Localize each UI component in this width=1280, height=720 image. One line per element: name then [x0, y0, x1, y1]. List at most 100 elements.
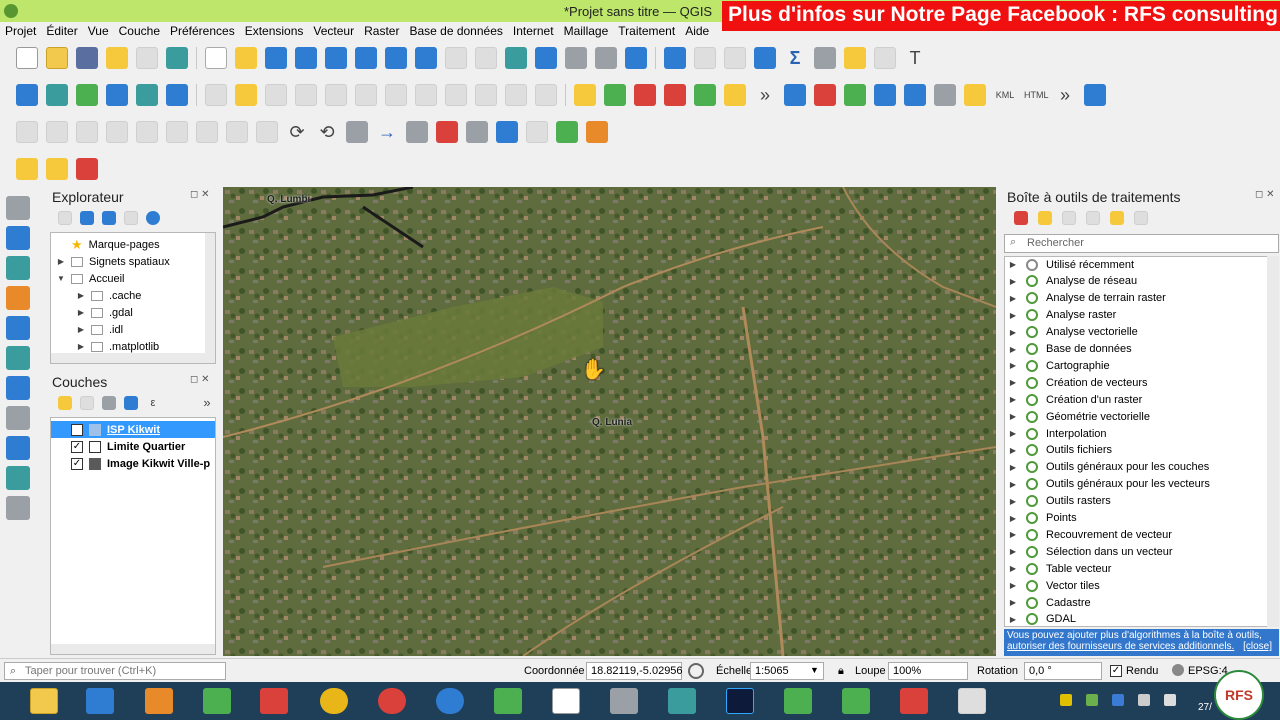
edit-features-in-place-icon[interactable] [1110, 211, 1124, 225]
close-info-link[interactable]: [close] [1243, 641, 1272, 652]
advanced-digitize-icon[interactable] [16, 121, 38, 143]
scripts-icon[interactable] [1038, 211, 1052, 225]
processing-group-item[interactable]: ▶ Analyse de terrain raster [1006, 290, 1166, 307]
chevron-right-icon[interactable]: ▶ [1006, 581, 1020, 590]
opera-icon[interactable] [378, 688, 406, 714]
collapse-all-icon[interactable] [124, 211, 138, 225]
new-layer-icon[interactable] [6, 496, 30, 520]
menu-maillage[interactable]: Maillage [559, 22, 614, 40]
rotation-spinbox[interactable]: 0,0 ° [1024, 662, 1102, 680]
chevron-right-icon[interactable]: ▶ [1006, 497, 1020, 506]
zoom-to-layer-icon[interactable] [385, 47, 407, 69]
zoom-last-icon[interactable] [445, 47, 467, 69]
layer-visibility-checkbox[interactable]: ✓ [71, 440, 83, 453]
processing-group-item[interactable]: ▶ Création de vecteurs [1006, 374, 1148, 391]
chevron-right-icon[interactable]: ▶ [55, 257, 67, 266]
processing-search-input[interactable]: Rechercher [1004, 234, 1279, 253]
move-feature-icon[interactable] [46, 121, 68, 143]
identify-features-icon[interactable] [664, 47, 686, 69]
list-icon[interactable] [346, 121, 368, 143]
statistical-summary-icon[interactable] [724, 47, 746, 69]
chevron-right-icon[interactable]: ▶ [1006, 294, 1020, 303]
add-vector-icon[interactable] [6, 196, 30, 220]
chevron-right-icon[interactable]: ▶ [1006, 463, 1020, 472]
vertex-tool-icon[interactable] [325, 84, 347, 106]
style-manager-icon[interactable] [166, 47, 188, 69]
new-bookmark-icon[interactable] [535, 47, 557, 69]
app-red-icon[interactable] [900, 688, 928, 714]
processing-toolbox-icon[interactable] [754, 47, 776, 69]
html-export-icon[interactable]: HTML [1024, 84, 1049, 106]
filter-icon[interactable] [102, 211, 116, 225]
open-attribute-table-icon[interactable] [694, 47, 716, 69]
vlc-icon[interactable] [145, 688, 173, 714]
manage-themes-icon[interactable] [102, 396, 116, 410]
processing-group-item[interactable]: ▶ Interpolation [1006, 425, 1107, 442]
add-mssql-icon[interactable] [6, 376, 30, 400]
processing-group-item[interactable]: ▶ Utilisé récemment [1006, 256, 1134, 273]
tree-item-folder[interactable]: ▶ .gdal [75, 304, 133, 321]
simplify-feature-icon[interactable] [106, 121, 128, 143]
undo-icon[interactable] [505, 84, 527, 106]
magnifier-spinbox[interactable]: 100% [888, 662, 968, 680]
add-feature-icon[interactable] [295, 84, 317, 106]
layer-row[interactable]: ✓ Limite Quartier [51, 438, 185, 455]
delete-selected-icon[interactable] [385, 84, 407, 106]
results-viewer-icon[interactable] [1086, 211, 1100, 225]
select-features-icon[interactable] [16, 158, 38, 180]
processing-group-item[interactable]: ▶ Analyse raster [1006, 307, 1116, 324]
chevron-right-icon[interactable]: ▶ [1006, 564, 1020, 573]
menu-base-de-donnees[interactable]: Base de données [404, 22, 507, 40]
dock-float-close-icon[interactable]: ◻ ✕ [190, 189, 209, 200]
processing-group-item[interactable]: ▶ Cartographie [1006, 357, 1110, 374]
qgis-app-icon[interactable] [494, 688, 522, 714]
tree-item-spatial-bookmarks[interactable]: ▶ Signets spatiaux [55, 253, 170, 270]
add-delimited-text-icon[interactable] [76, 84, 98, 106]
menu-internet[interactable]: Internet [508, 22, 559, 40]
save-edits-icon[interactable] [265, 84, 287, 106]
open-project-icon[interactable] [46, 47, 68, 69]
menu-couche[interactable]: Couche [114, 22, 165, 40]
more-icon[interactable]: » [200, 396, 214, 410]
python-console-icon[interactable] [964, 84, 986, 106]
tree-item-home[interactable]: ▼ Accueil [55, 270, 124, 287]
chevron-right-icon[interactable]: ▶ [1006, 446, 1020, 455]
chevron-right-icon[interactable]: ▶ [1006, 480, 1020, 489]
help-icon[interactable] [1084, 84, 1106, 106]
whats-this-icon[interactable] [526, 121, 548, 143]
globe-icon[interactable] [934, 84, 956, 106]
excel-icon[interactable] [203, 688, 231, 714]
chevron-right-icon[interactable]: ▶ [75, 325, 87, 334]
bluetooth-icon[interactable] [1112, 694, 1124, 706]
quickmapservices-icon[interactable] [874, 84, 896, 106]
locator-search-input[interactable]: Taper pour trouver (Ctrl+K) [4, 662, 226, 680]
more-tools-icon[interactable]: » [754, 84, 776, 106]
processing-group-item[interactable]: ▶ Base de données [1006, 341, 1132, 358]
arrow-right-icon[interactable]: → [376, 121, 398, 143]
filter-legend-icon[interactable] [124, 396, 138, 410]
chevron-right-icon[interactable]: ▶ [1006, 615, 1020, 624]
zoom-out-icon[interactable] [295, 47, 317, 69]
qgis-instance-icon[interactable] [842, 688, 870, 714]
add-wms-layer-icon[interactable] [136, 84, 158, 106]
chevron-right-icon[interactable]: ▶ [1006, 412, 1020, 421]
chevron-right-icon[interactable]: ▶ [1006, 395, 1020, 404]
geometry-checker-icon[interactable] [814, 84, 836, 106]
enable-providers-link[interactable]: autoriser des fournisseurs de services a… [1007, 641, 1234, 652]
layer-visibility-checkbox[interactable]: ✓ [71, 423, 83, 436]
layer-row[interactable]: ✓ Image Kikwit Ville-p [51, 455, 210, 472]
menu-vue[interactable]: Vue [83, 22, 114, 40]
map-canvas[interactable]: Q. Lumbi Q. Lunia ✋ [223, 187, 996, 656]
chevron-right-icon[interactable]: ▶ [1006, 378, 1020, 387]
app-icon[interactable] [668, 688, 696, 714]
photoshop-icon[interactable] [726, 688, 754, 714]
chevron-right-icon[interactable]: ▶ [1006, 514, 1020, 523]
chevron-right-icon[interactable]: ▶ [75, 291, 87, 300]
annotation-icon[interactable] [874, 47, 896, 69]
zoom-native-icon[interactable] [415, 47, 437, 69]
volume-icon[interactable] [1164, 694, 1176, 706]
measure-line-icon[interactable] [814, 47, 836, 69]
chevron-right-icon[interactable]: ▶ [1006, 328, 1020, 337]
new-map-view-icon[interactable] [505, 47, 527, 69]
add-postgis-icon[interactable] [6, 286, 30, 310]
